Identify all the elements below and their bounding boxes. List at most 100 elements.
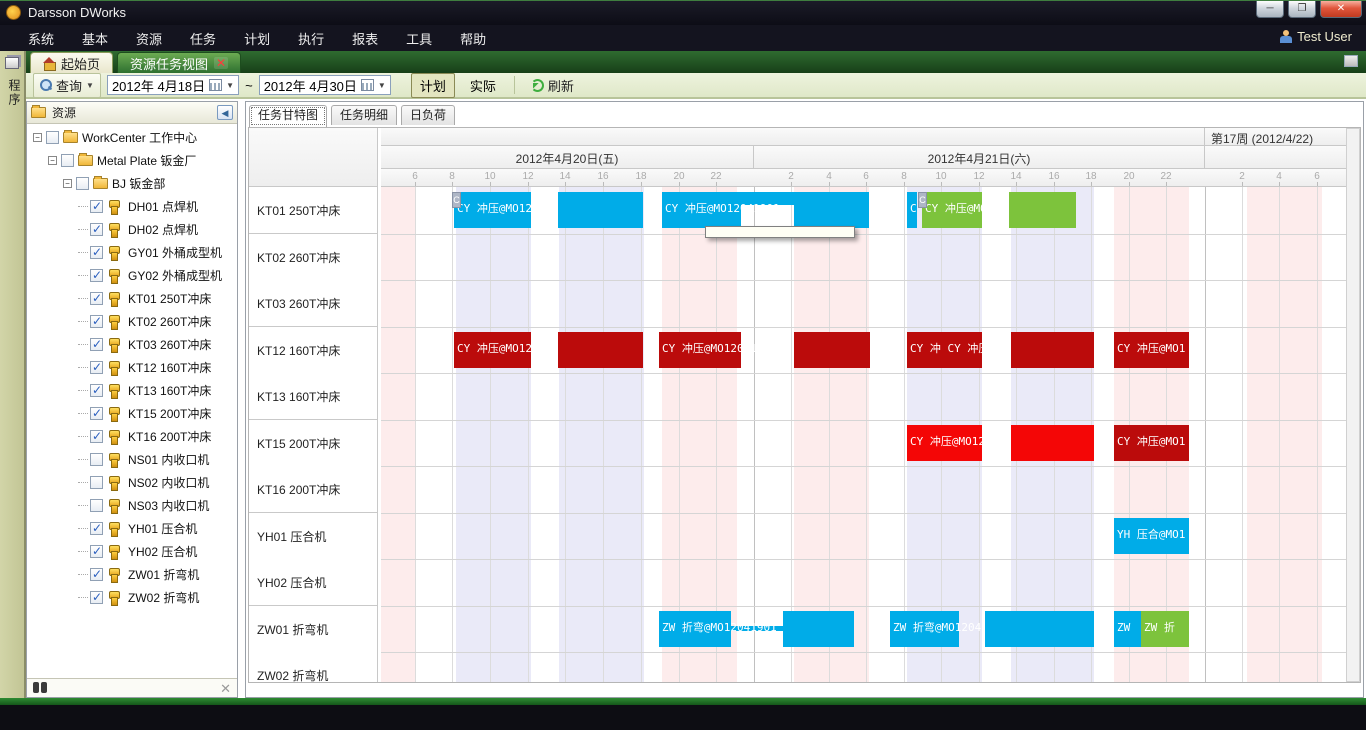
task-bar[interactable]: [985, 611, 1094, 647]
tree-checkbox[interactable]: [90, 384, 103, 397]
task-bar[interactable]: CY 冲压@MO12041902: [922, 192, 982, 228]
tree-item[interactable]: −Metal Plate 钣金厂: [27, 149, 237, 172]
task-bar[interactable]: ZW: [1114, 611, 1141, 647]
tab-resource-task-view[interactable]: 资源任务视图 ✕: [117, 52, 241, 73]
tab-home[interactable]: 起始页: [30, 52, 113, 73]
task-bar[interactable]: [794, 332, 870, 368]
find-icon[interactable]: [33, 682, 47, 693]
tree-item[interactable]: YH02 压合机: [27, 540, 237, 563]
minimize-button[interactable]: ─: [1256, 1, 1284, 18]
menu-item-工具[interactable]: 工具: [392, 26, 446, 51]
menu-item-系统[interactable]: 系统: [14, 26, 68, 51]
tree-item[interactable]: NS01 内收口机: [27, 448, 237, 471]
task-bar[interactable]: CY 冲压@MO12041904: [454, 332, 531, 368]
tree-item[interactable]: ZW02 折弯机: [27, 586, 237, 609]
tree-checkbox[interactable]: [90, 453, 103, 466]
clear-icon[interactable]: ✕: [220, 681, 231, 697]
menu-item-帮助[interactable]: 帮助: [446, 26, 500, 51]
task-bar[interactable]: CY 冲压@MO1: [1114, 425, 1189, 461]
gantt-tab-2[interactable]: 任务明细: [331, 105, 397, 125]
tree-checkbox[interactable]: [90, 315, 103, 328]
windows-menu-icon[interactable]: [1344, 55, 1358, 67]
tree-item[interactable]: ZW01 折弯机: [27, 563, 237, 586]
actual-toggle[interactable]: 实际: [461, 73, 505, 98]
close-button[interactable]: ✕: [1320, 1, 1362, 18]
tree-item[interactable]: DH01 点焊机: [27, 195, 237, 218]
plan-toggle[interactable]: 计划: [411, 73, 455, 98]
expander-icon[interactable]: −: [48, 156, 57, 165]
tree-item[interactable]: KT03 260T冲床: [27, 333, 237, 356]
menu-item-报表[interactable]: 报表: [338, 26, 392, 51]
tree-item[interactable]: KT13 160T冲床: [27, 379, 237, 402]
expander-icon[interactable]: −: [33, 133, 42, 142]
task-bar[interactable]: CY 冲 CY 冲压@MO12041904: [907, 332, 982, 368]
task-bar[interactable]: [558, 332, 643, 368]
menu-item-基本[interactable]: 基本: [68, 26, 122, 51]
date-from-picker[interactable]: 2012年 4月18日 ▼: [107, 75, 239, 95]
tree-checkbox[interactable]: [90, 338, 103, 351]
task-bar[interactable]: CY 冲压@MO12041904: [659, 332, 741, 368]
tree-checkbox[interactable]: [90, 269, 103, 282]
constraint-tag[interactable]: C: [452, 192, 461, 208]
program-dock-label[interactable]: 程序: [6, 79, 23, 107]
gantt-tab-3[interactable]: 日负荷: [401, 105, 455, 125]
gantt-tab-1[interactable]: 任务甘特图: [249, 105, 327, 127]
tree-checkbox[interactable]: [46, 131, 59, 144]
tree-checkbox[interactable]: [90, 545, 103, 558]
query-button[interactable]: 查询 ▼: [33, 73, 101, 98]
task-bar[interactable]: [1009, 192, 1076, 228]
tree-checkbox[interactable]: [90, 430, 103, 443]
task-bar[interactable]: ZW 折弯@MO12041901: [659, 611, 731, 647]
tree-item[interactable]: KT15 200T冲床: [27, 402, 237, 425]
tree-item[interactable]: KT02 260T冲床: [27, 310, 237, 333]
task-bar[interactable]: CY 冲压@MO1: [1114, 332, 1189, 368]
menu-item-任务[interactable]: 任务: [176, 26, 230, 51]
menu-item-资源[interactable]: 资源: [122, 26, 176, 51]
constraint-tag[interactable]: C: [918, 192, 927, 208]
task-bar[interactable]: C: [907, 192, 917, 228]
task-bar[interactable]: ZW 折弯@MO12041901: [890, 611, 959, 647]
task-bar[interactable]: ZW 折: [1141, 611, 1189, 647]
tree-item[interactable]: KT01 250T冲床: [27, 287, 237, 310]
program-dock-icon[interactable]: [5, 57, 19, 69]
refresh-button[interactable]: 刷新: [524, 73, 581, 98]
task-bar[interactable]: [1011, 332, 1094, 368]
task-bar[interactable]: [794, 192, 869, 228]
tree-checkbox[interactable]: [90, 407, 103, 420]
tree-checkbox[interactable]: [76, 177, 89, 190]
tree-checkbox[interactable]: [90, 246, 103, 259]
task-bar[interactable]: [783, 611, 854, 647]
collapse-panel-button[interactable]: ◀: [217, 105, 233, 120]
tree-item[interactable]: GY02 外桶成型机: [27, 264, 237, 287]
tree-item[interactable]: KT12 160T冲床: [27, 356, 237, 379]
tree-item[interactable]: GY01 外桶成型机: [27, 241, 237, 264]
tree-checkbox[interactable]: [90, 476, 103, 489]
tree-checkbox[interactable]: [61, 154, 74, 167]
expander-icon[interactable]: −: [63, 179, 72, 188]
tree-checkbox[interactable]: [90, 522, 103, 535]
tree-item[interactable]: DH02 点焊机: [27, 218, 237, 241]
tree-item[interactable]: −WorkCenter 工作中心: [27, 126, 237, 149]
date-to-picker[interactable]: 2012年 4月30日 ▼: [259, 75, 391, 95]
tree-item[interactable]: NS03 内收口机: [27, 494, 237, 517]
tree-checkbox[interactable]: [90, 361, 103, 374]
tree-checkbox[interactable]: [90, 200, 103, 213]
tree-checkbox[interactable]: [90, 292, 103, 305]
menu-item-计划[interactable]: 计划: [230, 26, 284, 51]
task-bar[interactable]: CY 冲压@MO12041901: [454, 192, 531, 228]
tree-item[interactable]: YH01 压合机: [27, 517, 237, 540]
task-bar[interactable]: CY 冲压@MO12041903: [907, 425, 982, 461]
tree-checkbox[interactable]: [90, 591, 103, 604]
menu-item-执行[interactable]: 执行: [284, 26, 338, 51]
task-bar[interactable]: [1011, 425, 1094, 461]
task-bar[interactable]: CY 冲压@MO12041901: [662, 192, 741, 228]
tree-checkbox[interactable]: [90, 223, 103, 236]
tree-item[interactable]: NS02 内收口机: [27, 471, 237, 494]
vertical-scrollbar[interactable]: [1346, 128, 1360, 682]
tree-item[interactable]: KT16 200T冲床: [27, 425, 237, 448]
tree-checkbox[interactable]: [90, 568, 103, 581]
tree-item[interactable]: −BJ 钣金部: [27, 172, 237, 195]
task-bar[interactable]: YH 压合@MO1: [1114, 518, 1189, 554]
tab-close-icon[interactable]: ✕: [214, 57, 228, 69]
tree-checkbox[interactable]: [90, 499, 103, 512]
